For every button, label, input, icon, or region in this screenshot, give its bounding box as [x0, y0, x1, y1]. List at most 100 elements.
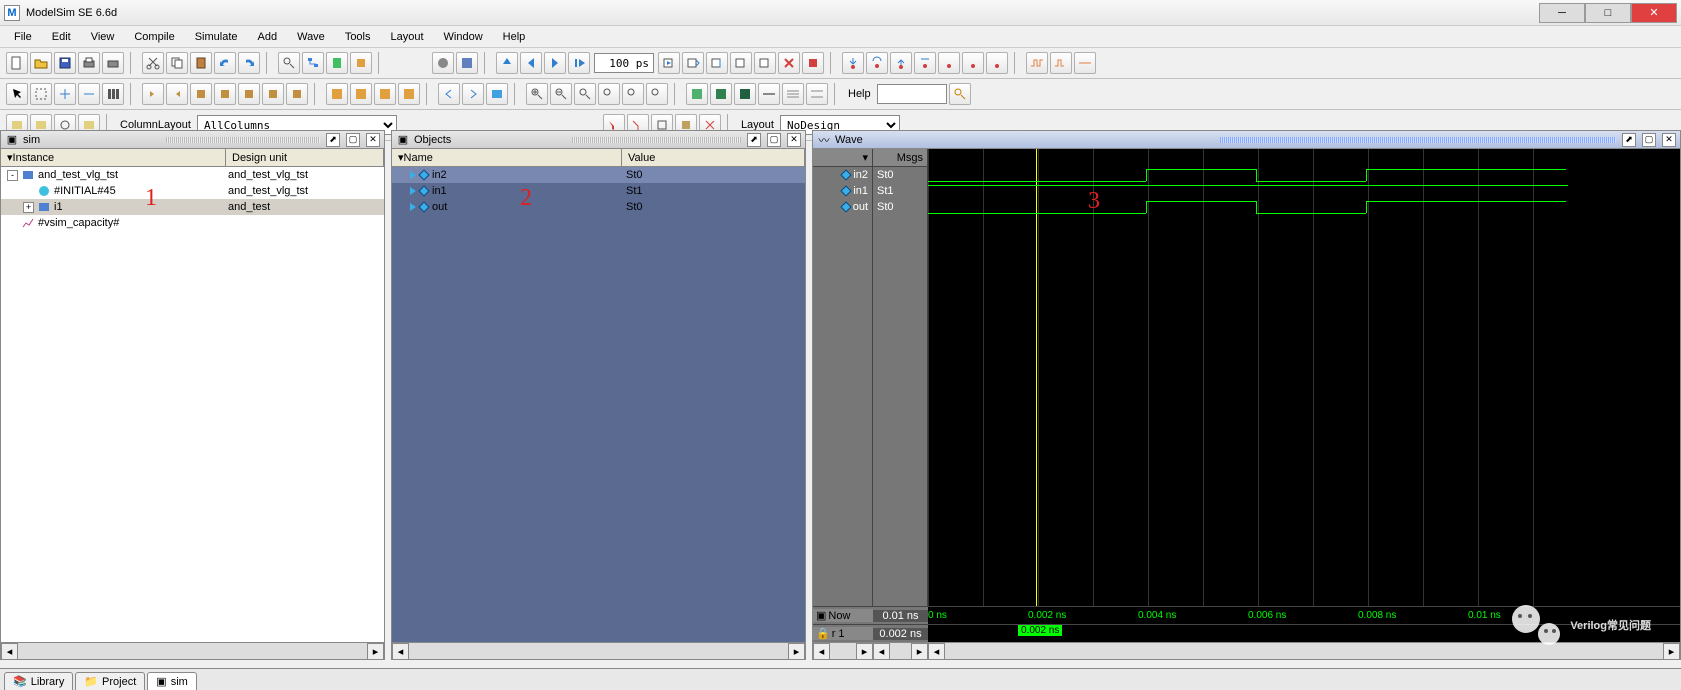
waveform3-icon[interactable] [1074, 52, 1096, 74]
compile-all-icon[interactable] [456, 52, 478, 74]
structure-icon[interactable] [302, 52, 324, 74]
step-icon[interactable] [730, 52, 752, 74]
cut-icon[interactable] [142, 52, 164, 74]
wave-canvas[interactable]: 0 ns 0.002 ns 0.004 ns 0.006 ns 0.008 ns… [928, 149, 1680, 642]
open-icon[interactable] [30, 52, 52, 74]
wave-sig-in1[interactable]: in1 [813, 183, 872, 199]
menu-wave[interactable]: Wave [287, 29, 335, 45]
cursor-c-icon[interactable] [238, 83, 260, 105]
close-button[interactable]: ✕ [1631, 3, 1677, 23]
step-c-icon[interactable] [962, 52, 984, 74]
step-b-icon[interactable] [938, 52, 960, 74]
obj-col-value[interactable]: Value [622, 149, 805, 166]
objects-list[interactable]: in2St0in1St1outSt0 [392, 167, 805, 642]
save-icon[interactable] [54, 52, 76, 74]
back-icon[interactable] [520, 52, 542, 74]
zoom-in-icon[interactable] [526, 83, 548, 105]
step-over2-icon[interactable] [866, 52, 888, 74]
waveform2-icon[interactable] [1050, 52, 1072, 74]
sim-hscroll[interactable]: ◂▸ [1, 642, 384, 659]
zoom-last-icon[interactable] [646, 83, 668, 105]
bookmark-icon[interactable] [326, 52, 348, 74]
wave-cursor-line[interactable] [1036, 149, 1037, 606]
run-length-input[interactable] [594, 53, 654, 73]
select-icon[interactable] [30, 83, 52, 105]
view5-icon[interactable] [782, 83, 804, 105]
sim-col-instance[interactable]: ▾Instance [1, 149, 226, 166]
delete-item-icon[interactable] [350, 83, 372, 105]
obj-undock-button[interactable]: ⬈ [747, 133, 761, 147]
paste-icon[interactable] [190, 52, 212, 74]
wave-cursor-value-box[interactable]: 0.002 ns [1018, 625, 1062, 636]
menu-file[interactable]: File [4, 29, 42, 45]
step-over-icon[interactable] [754, 52, 776, 74]
panel-close-button[interactable]: ✕ [366, 133, 380, 147]
menu-view[interactable]: View [81, 29, 125, 45]
menu-add[interactable]: Add [248, 29, 288, 45]
redo-icon[interactable] [238, 52, 260, 74]
compile-icon[interactable] [432, 52, 454, 74]
menu-help[interactable]: Help [493, 29, 536, 45]
step-into-icon[interactable] [842, 52, 864, 74]
view1-icon[interactable] [686, 83, 708, 105]
wave-canvas-scroll[interactable]: ◂▸ [928, 642, 1680, 659]
run-icon[interactable] [658, 52, 680, 74]
forward-icon[interactable] [544, 52, 566, 74]
tab-project[interactable]: 📁Project [75, 672, 145, 690]
wave-undock-button[interactable]: ⬈ [1622, 133, 1636, 147]
menu-compile[interactable]: Compile [124, 29, 184, 45]
pointer-icon[interactable] [6, 83, 28, 105]
wave-vals-scroll[interactable]: ◂▸ [873, 642, 928, 659]
step-d-icon[interactable] [986, 52, 1008, 74]
stop-icon[interactable] [802, 52, 824, 74]
minimize-button[interactable]: ─ [1539, 3, 1585, 23]
view2-icon[interactable] [710, 83, 732, 105]
wave-max-button[interactable]: ▢ [1642, 133, 1656, 147]
maximize-button[interactable]: □ [1585, 3, 1631, 23]
view6-icon[interactable] [806, 83, 828, 105]
tab-library[interactable]: 📚Library [4, 672, 73, 690]
menu-simulate[interactable]: Simulate [185, 29, 248, 45]
help-search-icon[interactable] [949, 83, 971, 105]
nav-next-icon[interactable] [462, 83, 484, 105]
menu-layout[interactable]: Layout [381, 29, 434, 45]
zoom-full-icon[interactable] [574, 83, 596, 105]
wave-close-button[interactable]: ✕ [1662, 133, 1676, 147]
panel-max-button[interactable]: ▢ [346, 133, 360, 147]
add-item-icon[interactable] [326, 83, 348, 105]
copy-item-icon[interactable] [398, 83, 420, 105]
wave-sig-in2[interactable]: in2 [813, 167, 872, 183]
wave-sig-out[interactable]: out [813, 199, 872, 215]
run-all-icon[interactable] [706, 52, 728, 74]
menu-edit[interactable]: Edit [42, 29, 81, 45]
cursor-d-icon[interactable] [262, 83, 284, 105]
waveform-icon[interactable] [1026, 52, 1048, 74]
new-file-icon[interactable] [6, 52, 28, 74]
obj-row-out[interactable]: outSt0 [392, 199, 805, 215]
copy-icon[interactable] [166, 52, 188, 74]
wave-names-toggle-icon[interactable]: ▾ [862, 151, 868, 164]
cursor-e-icon[interactable] [286, 83, 308, 105]
cursor-a-icon[interactable] [190, 83, 212, 105]
find-icon[interactable] [278, 52, 300, 74]
collapse-icon[interactable] [78, 83, 100, 105]
up-icon[interactable] [496, 52, 518, 74]
panel-undock-button[interactable]: ⬈ [326, 133, 340, 147]
menu-tools[interactable]: Tools [335, 29, 381, 45]
zoom-out-icon[interactable] [550, 83, 572, 105]
obj-max-button[interactable]: ▢ [767, 133, 781, 147]
sim-row-and_test_vlg_tst[interactable]: -and_test_vlg_tstand_test_vlg_tst [1, 167, 384, 183]
help-input[interactable] [877, 84, 947, 104]
print2-icon[interactable] [102, 52, 124, 74]
print-icon[interactable] [78, 52, 100, 74]
expander-icon[interactable]: + [23, 202, 34, 213]
cursor-b-icon[interactable] [214, 83, 236, 105]
nav-prev-icon[interactable] [438, 83, 460, 105]
obj-row-in2[interactable]: in2St0 [392, 167, 805, 183]
zoom-cursor-icon[interactable] [598, 83, 620, 105]
view3-icon[interactable] [734, 83, 756, 105]
step-out-icon[interactable] [890, 52, 912, 74]
sim-col-design-unit[interactable]: Design unit [226, 149, 384, 166]
edit-item-icon[interactable] [374, 83, 396, 105]
step-run-icon[interactable] [914, 52, 936, 74]
